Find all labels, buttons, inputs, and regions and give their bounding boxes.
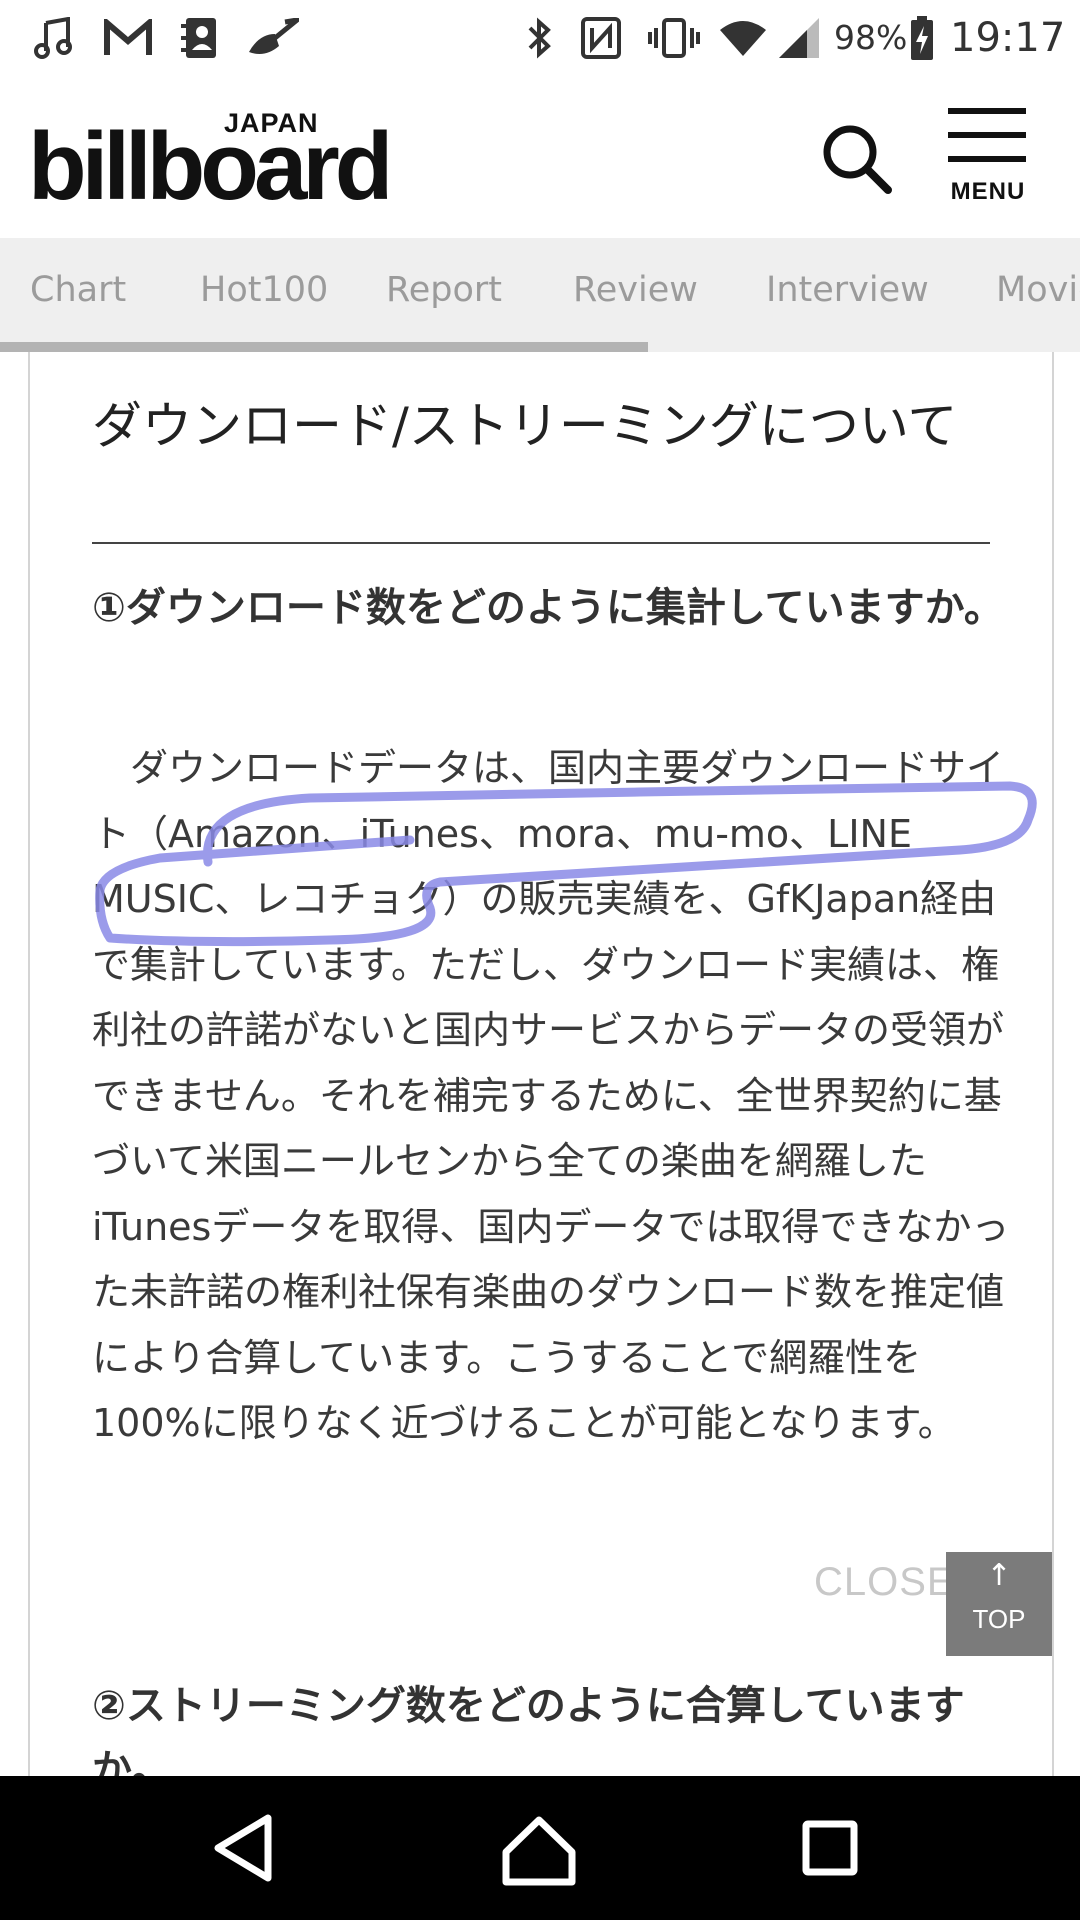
category-nav: Chart Hot100 Report Review Interview Mov… — [0, 238, 1080, 342]
hamburger-icon — [948, 108, 1026, 114]
top-label: TOP — [972, 1604, 1026, 1634]
title-divider — [92, 542, 990, 544]
system-nav-bar — [0, 1776, 1080, 1920]
home-button[interactable] — [494, 1808, 584, 1888]
music-note-icon — [30, 14, 78, 62]
menu-button[interactable]: MENU — [942, 108, 1034, 212]
tab-review[interactable]: Review — [573, 238, 698, 342]
vibrate-icon — [646, 14, 702, 62]
logo-main: billboard — [28, 113, 393, 220]
tab-chart[interactable]: Chart — [30, 238, 126, 342]
article-panel: ダウンロード/ストリーミングについて ①ダウンロード数をどのように集計しています… — [28, 352, 1054, 1776]
wifi-icon — [718, 14, 768, 62]
menu-label: MENU — [950, 178, 1026, 205]
battery-charging-icon — [908, 14, 936, 62]
hamburger-bar — [948, 132, 1026, 138]
recents-square-icon — [802, 1820, 858, 1876]
close-link[interactable]: CLOSE — [814, 1560, 955, 1605]
status-bar: 98% 19:17 — [0, 0, 1080, 76]
tab-report[interactable]: Report — [386, 238, 502, 342]
arrow-up-icon: ↑ — [986, 1558, 1012, 1593]
search-icon — [823, 125, 892, 194]
nfc-icon — [578, 14, 624, 62]
tab-hot100[interactable]: Hot100 — [200, 238, 328, 342]
bluetooth-icon — [522, 14, 558, 62]
answer-text: ダウンロードデータは、国内主要ダウンロードサイト（Amazon、iTunes、m… — [92, 746, 1010, 1445]
back-triangle-icon — [214, 1814, 272, 1882]
clock: 19:17 — [950, 15, 1066, 61]
question-heading: ②ストリーミング数をどのように合算していますか。 — [92, 1683, 965, 1776]
home-icon — [502, 1816, 576, 1886]
broom-icon — [244, 14, 300, 62]
cell-signal-icon — [776, 14, 822, 62]
tab-movie[interactable]: Movie — [996, 238, 1080, 342]
billboard-japan-logo[interactable]: JAPAN billboard — [28, 110, 408, 215]
gmail-icon — [100, 14, 156, 62]
search-button[interactable] — [818, 120, 898, 200]
site-header: JAPAN billboard MENU — [0, 76, 1080, 238]
back-button[interactable] — [198, 1808, 288, 1888]
recents-button[interactable] — [786, 1808, 876, 1888]
article-title: ダウンロード/ストリーミングについて — [92, 397, 958, 455]
nav-scrollbar[interactable] — [0, 342, 1080, 352]
contacts-icon — [176, 14, 222, 62]
battery-percent: 98% — [834, 18, 908, 57]
hamburger-bar — [948, 156, 1026, 162]
nav-scrollbar-thumb[interactable] — [0, 342, 648, 352]
question-heading: ①ダウンロード数をどのように集計していますか。 — [92, 585, 1004, 631]
back-to-top-button[interactable]: ↑ TOP — [946, 1552, 1052, 1656]
tab-interview[interactable]: Interview — [766, 238, 929, 342]
